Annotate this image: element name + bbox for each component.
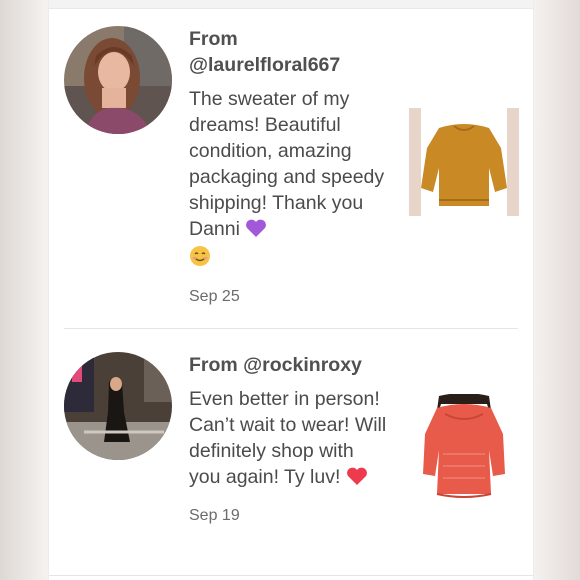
reviewer-avatar[interactable]	[64, 352, 172, 460]
purple-heart-icon	[245, 218, 267, 245]
avatar-photo-icon	[64, 26, 172, 134]
reviewer-avatar[interactable]	[64, 26, 172, 134]
product-thumbnail[interactable]	[409, 108, 519, 216]
reviewer-handle-link[interactable]: @laurelfloral667	[189, 52, 389, 78]
red-heart-icon	[346, 466, 368, 493]
review-from-label: From	[189, 28, 238, 50]
reviews-card: From @laurelfloral667 The sweater of my …	[48, 0, 534, 580]
avatar-photo-icon	[64, 352, 172, 460]
list-bottom-divider	[49, 575, 533, 576]
review-body: Even better in person! Can’t wait to wea…	[189, 386, 389, 493]
product-thumbnail[interactable]	[409, 393, 519, 502]
smiling-face-icon	[189, 245, 211, 274]
review-date: Sep 25	[189, 288, 240, 305]
mustard-sweater-icon	[409, 108, 519, 216]
coral-sweater-icon	[409, 393, 519, 502]
review-text-block: From @laurelfloral667 The sweater of my …	[189, 26, 389, 310]
review-divider	[64, 328, 518, 329]
review-from-label[interactable]: From @rockinroxy	[189, 352, 389, 378]
review-message: The sweater of my dreams! Beautiful cond…	[189, 88, 385, 240]
review-date: Sep 19	[189, 507, 240, 524]
review-body: The sweater of my dreams! Beautiful cond…	[189, 86, 389, 274]
review-text-block: From @rockinroxy Even better in person! …	[189, 352, 389, 529]
